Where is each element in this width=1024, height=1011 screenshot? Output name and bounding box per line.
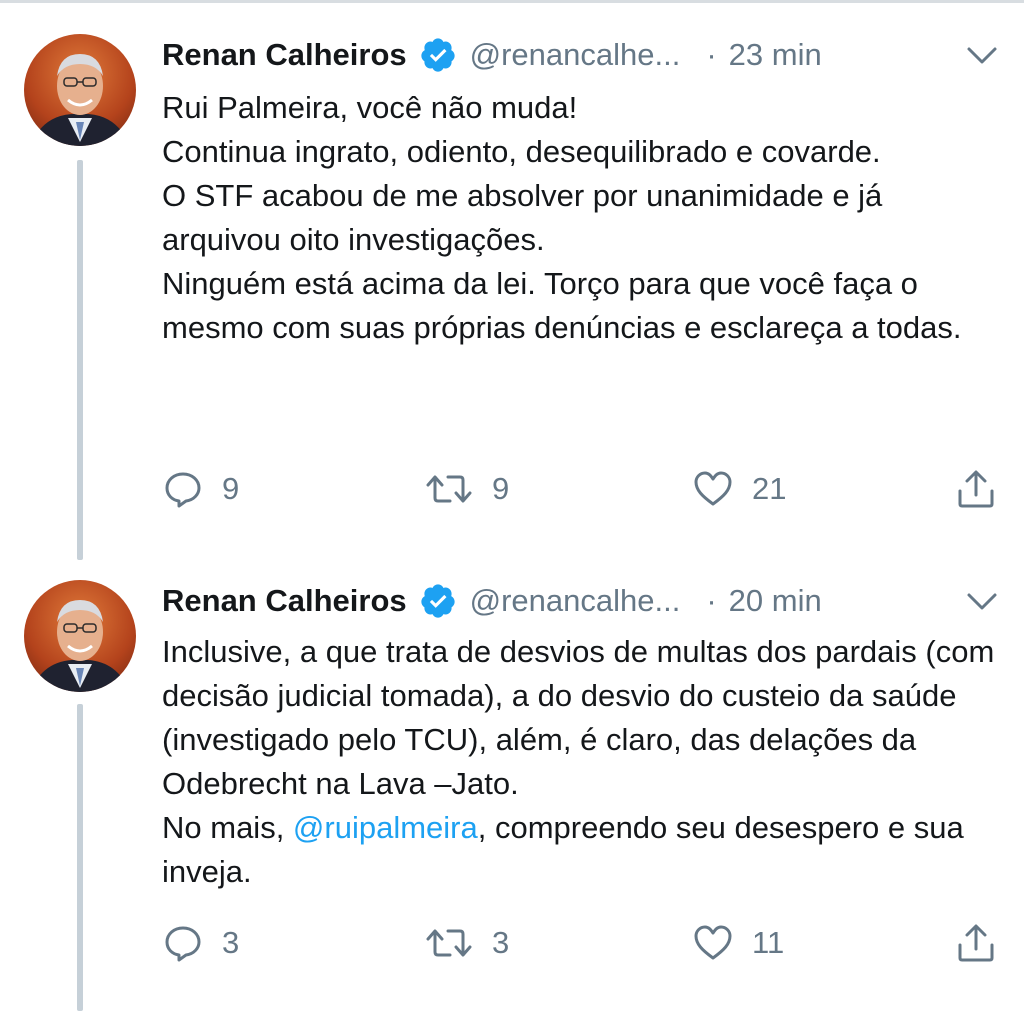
thread-line — [77, 160, 83, 560]
retweet-icon — [424, 468, 474, 510]
tweet-actions: 9 9 21 — [162, 464, 1002, 514]
tweet[interactable]: Renan Calheiros @renancalhe... · 23 min … — [0, 0, 1024, 560]
heart-icon — [692, 922, 734, 964]
chevron-down-icon[interactable] — [962, 36, 1002, 76]
retweet-button[interactable]: 3 — [424, 918, 509, 968]
share-button[interactable] — [954, 918, 998, 968]
reply-button[interactable]: 9 — [162, 464, 239, 514]
reply-button[interactable]: 3 — [162, 918, 239, 968]
share-icon — [954, 467, 998, 511]
timestamp[interactable]: 20 min — [729, 583, 822, 619]
share-icon — [954, 921, 998, 965]
separator-dot: · — [706, 37, 717, 72]
share-button[interactable] — [954, 464, 998, 514]
retweet-icon — [424, 922, 474, 964]
separator-dot: · — [706, 583, 717, 618]
thread-line — [77, 704, 83, 1011]
reply-count: 3 — [222, 925, 240, 960]
like-button[interactable]: 21 — [692, 464, 786, 514]
like-count: 21 — [752, 471, 787, 506]
tweet[interactable]: Renan Calheiros @renancalhe... · 20 min … — [0, 548, 1024, 1011]
mention-link[interactable]: @ruipalmeira — [293, 810, 478, 845]
author-handle[interactable]: @renancalhe... — [470, 37, 681, 73]
retweet-count: 3 — [492, 925, 510, 960]
author-name[interactable]: Renan Calheiros — [162, 37, 407, 73]
avatar[interactable] — [24, 580, 136, 692]
tweet-header: Renan Calheiros @renancalhe... · 23 min — [162, 30, 1002, 80]
retweet-count: 9 — [492, 471, 510, 506]
reply-count: 9 — [222, 471, 240, 506]
retweet-button[interactable]: 9 — [424, 464, 509, 514]
chevron-down-icon[interactable] — [962, 582, 1002, 622]
tweet-header: Renan Calheiros @renancalhe... · 20 min — [162, 576, 1002, 626]
tweet-actions: 3 3 11 — [162, 918, 1002, 968]
tweet-text: Inclusive, a que trata de desvios de mul… — [162, 630, 1007, 894]
verified-badge-icon — [419, 582, 457, 620]
heart-icon — [692, 468, 734, 510]
timestamp[interactable]: 23 min — [729, 37, 822, 73]
tweet-text: Rui Palmeira, você não muda! Continua in… — [162, 90, 962, 345]
author-handle[interactable]: @renancalhe... — [470, 583, 681, 619]
like-button[interactable]: 11 — [692, 918, 784, 968]
reply-icon — [162, 922, 204, 964]
avatar[interactable] — [24, 34, 136, 146]
reply-icon — [162, 468, 204, 510]
author-name[interactable]: Renan Calheiros — [162, 583, 407, 619]
verified-badge-icon — [419, 36, 457, 74]
like-count: 11 — [752, 925, 785, 960]
